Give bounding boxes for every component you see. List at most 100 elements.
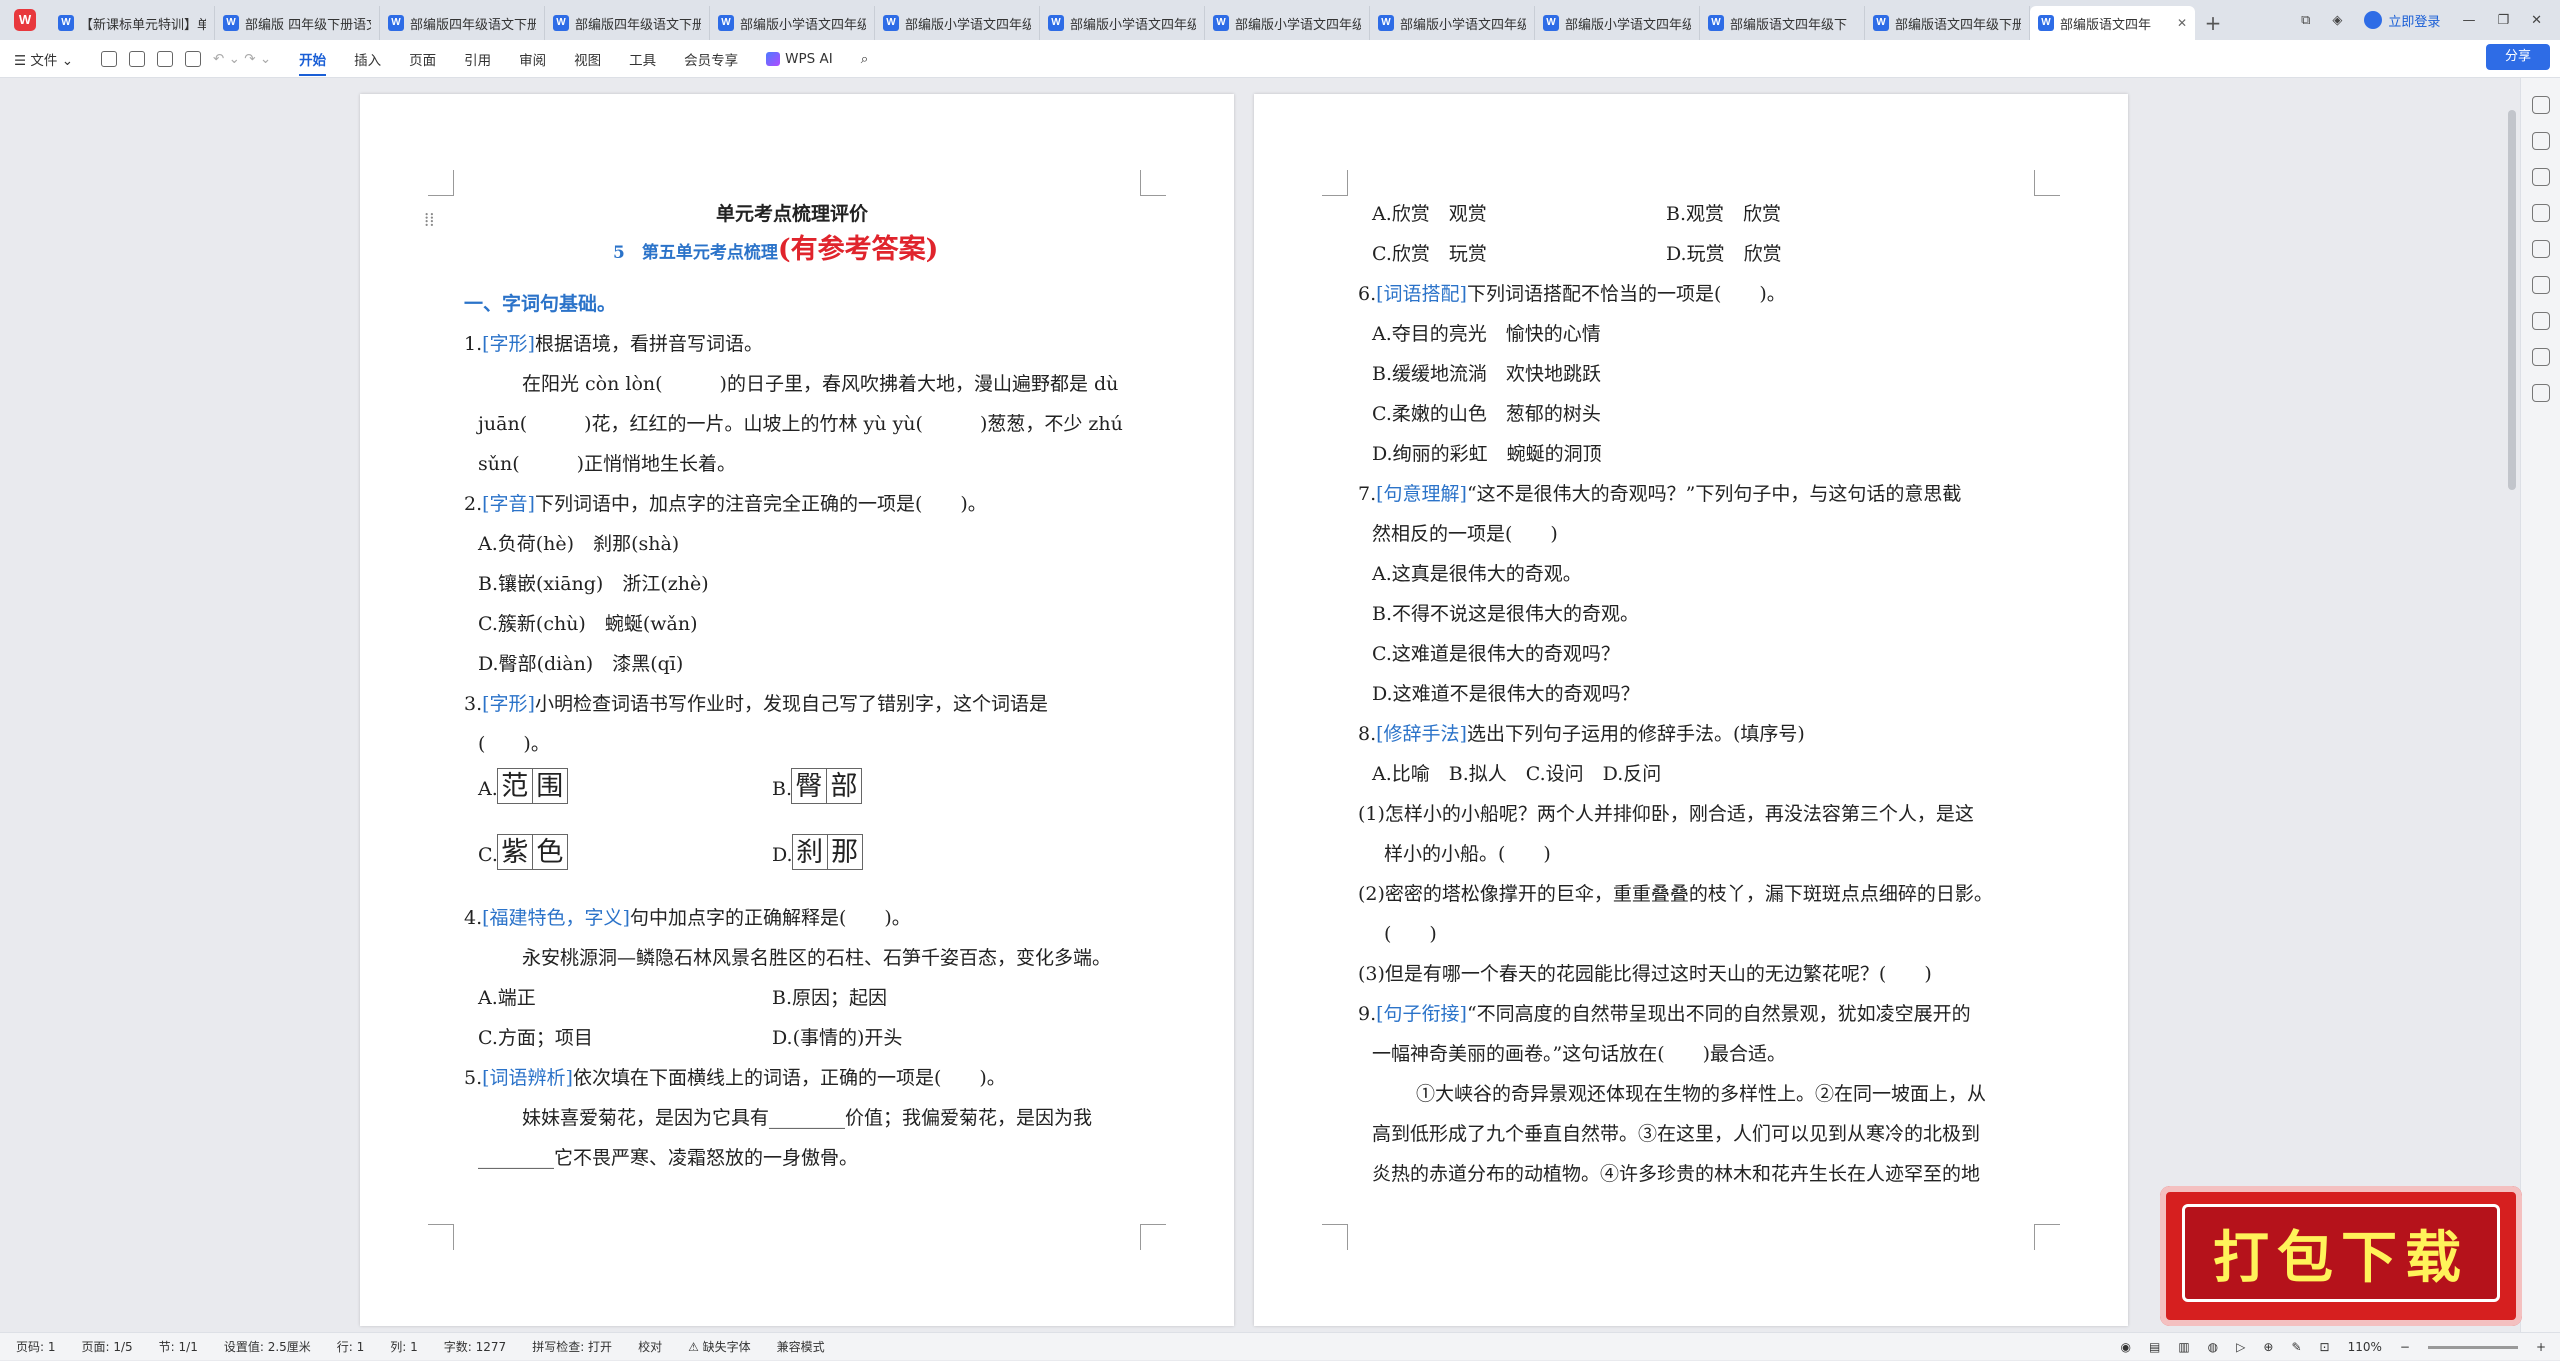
- status-row: 行: 1: [336, 1340, 365, 1354]
- collapse-icon[interactable]: [2531, 96, 2550, 114]
- doc-tab-active[interactable]: W 部编版语文四年 ✕: [2030, 6, 2195, 40]
- doc-tab[interactable]: W 部编版语文四年级下: [1700, 6, 1865, 40]
- search-doc-icon[interactable]: [129, 50, 146, 67]
- crop-mark: [428, 170, 454, 196]
- share-icon[interactable]: [2531, 348, 2550, 366]
- vertical-scrollbar[interactable]: [2508, 110, 2516, 490]
- question-7: 7.[句意理解]“这不是很伟大的奇观吗？”下列句子中，与这句话的意思截: [1358, 483, 1962, 505]
- status-setting[interactable]: 设置值: 2.5厘米: [224, 1338, 311, 1355]
- page-view-icon[interactable]: ▤: [2149, 1340, 2160, 1354]
- zoom-level[interactable]: 110%: [2348, 1340, 2382, 1354]
- doc-tab[interactable]: W 部编版四年级语文下册: [380, 6, 545, 40]
- login-button[interactable]: 立即登录: [2364, 11, 2440, 30]
- eye-icon[interactable]: ◉: [2120, 1340, 2130, 1354]
- q7-option: C.这难道是很伟大的奇观吗？: [1372, 643, 1620, 665]
- doc-tab[interactable]: W 【新课标单元特训】单: [50, 6, 215, 40]
- tab-bar: W W 【新课标单元特训】单 W 部编版 四年级下册语文 W 部编版四年级语文下册 W…: [0, 0, 2560, 40]
- tab-member[interactable]: 会员专享: [684, 49, 738, 69]
- doc-tab[interactable]: W 部编版语文四年级下册: [1865, 6, 2030, 40]
- q3-option-d: D. 刹那: [772, 834, 863, 875]
- image-icon[interactable]: [2531, 240, 2550, 258]
- status-col: 列: 1: [390, 1340, 418, 1354]
- share-button[interactable]: 分享: [2486, 44, 2550, 70]
- tab-insert[interactable]: 插入: [354, 49, 381, 69]
- zoom-out-icon[interactable]: −: [2400, 1340, 2410, 1354]
- status-spell-check[interactable]: 拼写检查: 打开: [532, 1338, 612, 1355]
- status-section[interactable]: 节: 1/1: [159, 1338, 198, 1355]
- doc-icon: W: [2038, 15, 2054, 31]
- tab-page[interactable]: 页面: [409, 49, 436, 69]
- download-ad-banner[interactable]: 打包下载: [2160, 1186, 2522, 1326]
- question-6: 6.[词语搭配]下列词语搭配不恰当的一项是( )。: [1358, 283, 1786, 305]
- tab-view[interactable]: 视图: [574, 49, 601, 69]
- q5-line: 妹妹喜爱菊花，是因为它具有________价值；我偏爱菊花，是因为我: [522, 1107, 1093, 1129]
- zoom-slider[interactable]: [2427, 1345, 2518, 1349]
- q3-option-a: A. 范围: [478, 768, 568, 809]
- doc-icon: W: [223, 15, 239, 31]
- doc-tab[interactable]: W 部编版小学语文四年级: [1205, 6, 1370, 40]
- unit-title: 5 第五单元考点梳理(有参考答案): [613, 234, 939, 265]
- restore-icon[interactable]: ❐: [2497, 13, 2509, 28]
- tools-icon[interactable]: [2531, 276, 2550, 294]
- minimize-icon[interactable]: —: [2462, 13, 2475, 28]
- doc-tab[interactable]: W 部编版小学语文四年级: [1535, 6, 1700, 40]
- status-word-count[interactable]: 字数: 1277: [444, 1338, 506, 1355]
- tab-reference[interactable]: 引用: [464, 49, 491, 69]
- document-page-2: A.欣赏 观赏 B.观赏 欣赏 C.欣赏 玩赏 D.玩赏 欣赏 6.[词语搭配]…: [1254, 94, 2128, 1326]
- more-icon[interactable]: [2531, 384, 2550, 402]
- ad-text: 打包下载: [2182, 1204, 2500, 1302]
- fit-icon[interactable]: ⊡: [2320, 1340, 2330, 1354]
- wps-logo-icon[interactable]: W: [0, 0, 50, 40]
- help-icon[interactable]: [2531, 312, 2550, 330]
- status-missing-font[interactable]: ⚠ 缺失字体: [688, 1338, 751, 1355]
- web-view-icon[interactable]: ◍: [2208, 1340, 2218, 1354]
- q2-option: B.镶嵌(xiāng) 浙江(zhè): [478, 573, 709, 595]
- doc-tab[interactable]: W 部编版四年级语文下册: [545, 6, 710, 40]
- select-icon[interactable]: [2531, 168, 2550, 186]
- file-menu[interactable]: ☰ 文件 ⌄: [14, 49, 73, 69]
- doc-icon: W: [58, 15, 74, 31]
- page-header: 单元考点梳理评价: [716, 203, 869, 225]
- read-view-icon[interactable]: ▥: [2178, 1340, 2189, 1354]
- doc-icon: W: [883, 15, 899, 31]
- close-window-icon[interactable]: ✕: [2531, 13, 2542, 28]
- tab-tools[interactable]: 工具: [629, 49, 656, 69]
- pen-icon[interactable]: [2531, 132, 2550, 150]
- new-tab-button[interactable]: +: [2195, 6, 2231, 40]
- tab-home[interactable]: 开始: [299, 49, 327, 76]
- doc-tab[interactable]: W 部编版小学语文四年级: [710, 6, 875, 40]
- search-icon[interactable]: ⌕: [861, 51, 869, 67]
- question-5: 5.[词语辨析]依次填在下面横线上的词语，正确的一项是( )。: [464, 1067, 1006, 1089]
- status-pages[interactable]: 页面: 1/5: [82, 1338, 133, 1355]
- tab-review[interactable]: 审阅: [519, 49, 546, 69]
- q9-line: 一幅神奇美丽的画卷。”这句话放在( )最合适。: [1372, 1043, 1787, 1065]
- play-icon[interactable]: ▷: [2236, 1340, 2245, 1354]
- zoom-in-icon[interactable]: +: [2536, 1340, 2546, 1354]
- print-icon[interactable]: [157, 50, 174, 67]
- undo-icon[interactable]: ↶ ⌄ ↷ ⌄: [213, 51, 271, 67]
- print-preview-icon[interactable]: [185, 50, 202, 67]
- adjust-icon[interactable]: [2531, 204, 2550, 222]
- question-1: 1.[字形]根据语境，看拼音写词语。: [464, 333, 763, 355]
- save-icon[interactable]: [101, 50, 118, 67]
- doc-icon: W: [388, 15, 404, 31]
- doc-tab[interactable]: W 部编版小学语文四年级: [1370, 6, 1535, 40]
- doc-tab[interactable]: W 部编版 四年级下册语文: [215, 6, 380, 40]
- status-proof[interactable]: 校对: [638, 1338, 662, 1355]
- q1-line: 在阳光 còn lòn( )的日子里，春风吹拂着大地，漫山遍野都是 dù: [522, 373, 1119, 395]
- doc-tab[interactable]: W 部编版小学语文四年级: [875, 6, 1040, 40]
- globe-icon[interactable]: ⊕: [2263, 1340, 2273, 1354]
- edit-icon[interactable]: ✎: [2291, 1340, 2301, 1354]
- status-compat: 兼容模式: [776, 1340, 825, 1354]
- drag-handle-icon[interactable]: ⁞⁞: [424, 206, 435, 234]
- q9-line: 高到低形成了九个垂直自然带。③在这里，人们可以见到从寒冷的北极到: [1372, 1123, 1981, 1145]
- q7-line: 然相反的一项是( ): [1372, 523, 1558, 545]
- doc-icon: W: [553, 15, 569, 31]
- crop-mark: [2034, 170, 2060, 196]
- window-mode-icon[interactable]: ⧉: [2301, 13, 2310, 28]
- doc-tab[interactable]: W 部编版小学语文四年级: [1040, 6, 1205, 40]
- status-page-code[interactable]: 页码: 1: [16, 1338, 56, 1355]
- skin-icon[interactable]: ◈: [2332, 13, 2342, 28]
- close-tab-icon[interactable]: ✕: [2177, 16, 2187, 30]
- wps-ai-button[interactable]: WPS AI: [766, 51, 833, 67]
